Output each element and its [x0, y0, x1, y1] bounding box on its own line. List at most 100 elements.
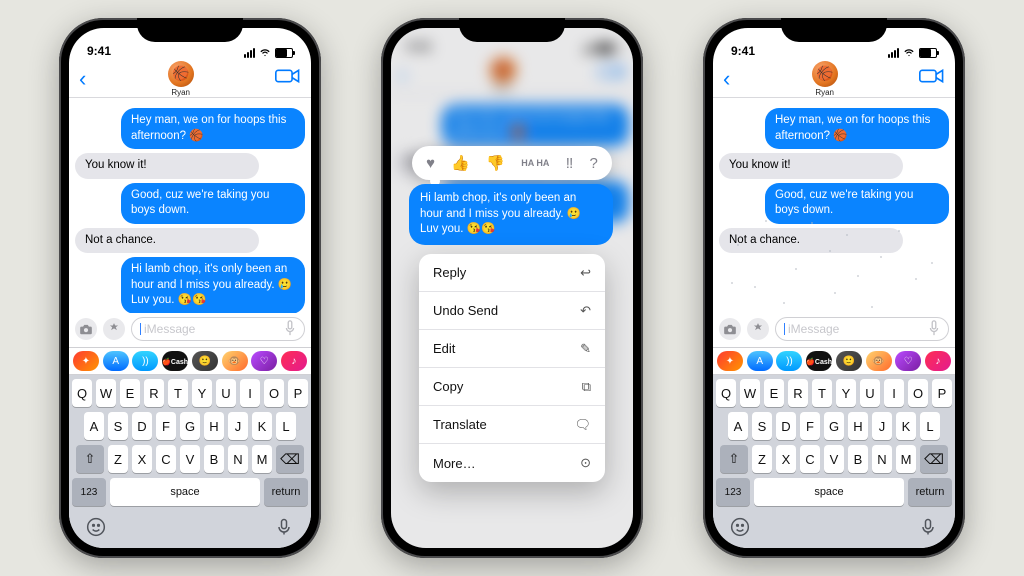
- key-f[interactable]: F: [156, 412, 176, 440]
- key-i[interactable]: I: [240, 379, 260, 407]
- key-j[interactable]: J: [872, 412, 892, 440]
- key-return[interactable]: return: [908, 478, 952, 506]
- app-chip-digitaltouch[interactable]: ♡: [895, 351, 921, 371]
- menu-undo-send[interactable]: Undo Send↶: [419, 292, 605, 330]
- dictation-button[interactable]: [274, 517, 294, 542]
- app-chip-animoji[interactable]: 🐵: [222, 351, 248, 371]
- key-m[interactable]: M: [252, 445, 272, 473]
- key-d[interactable]: D: [132, 412, 152, 440]
- key-r[interactable]: R: [788, 379, 808, 407]
- key-w[interactable]: W: [740, 379, 760, 407]
- app-chip-store[interactable]: A: [747, 351, 773, 371]
- key-u[interactable]: U: [860, 379, 880, 407]
- key-a[interactable]: A: [728, 412, 748, 440]
- key-p[interactable]: P: [932, 379, 952, 407]
- message-received[interactable]: Not a chance.: [719, 228, 903, 254]
- key-o[interactable]: O: [264, 379, 284, 407]
- app-chip-applecash[interactable]: 🍎Cash: [162, 351, 188, 371]
- app-chip-memoji[interactable]: 🙂: [192, 351, 218, 371]
- message-sent[interactable]: Hey man, we on for hoops this afternoon?…: [121, 108, 305, 149]
- key-q[interactable]: Q: [716, 379, 736, 407]
- app-chip-photos[interactable]: ✦: [717, 351, 743, 371]
- key-a[interactable]: A: [84, 412, 104, 440]
- key-h[interactable]: H: [848, 412, 868, 440]
- app-chip-memoji[interactable]: 🙂: [836, 351, 862, 371]
- message-sent[interactable]: Good, cuz we're taking you boys down.: [121, 183, 305, 224]
- key-r[interactable]: R: [144, 379, 164, 407]
- key-u[interactable]: U: [216, 379, 236, 407]
- key-s[interactable]: S: [752, 412, 772, 440]
- key-n[interactable]: N: [228, 445, 248, 473]
- menu-reply[interactable]: Reply↩︎: [419, 254, 605, 292]
- menu-more[interactable]: More…⊙: [419, 444, 605, 482]
- app-store-button[interactable]: [747, 318, 769, 340]
- key-c[interactable]: C: [156, 445, 176, 473]
- message-sent[interactable]: Good, cuz we're taking you boys down.: [765, 183, 949, 224]
- key-v[interactable]: V: [824, 445, 844, 473]
- emoji-keyboard-button[interactable]: [730, 517, 750, 542]
- key-l[interactable]: L: [276, 412, 296, 440]
- message-received[interactable]: You know it!: [719, 153, 903, 179]
- message-list[interactable]: Hey man, we on for hoops this afternoon?…: [713, 98, 955, 313]
- key-n[interactable]: N: [872, 445, 892, 473]
- key-f[interactable]: F: [800, 412, 820, 440]
- emoji-keyboard-button[interactable]: [86, 517, 106, 542]
- key-b[interactable]: B: [204, 445, 224, 473]
- key-j[interactable]: J: [228, 412, 248, 440]
- dictation-inline-icon[interactable]: [284, 320, 296, 339]
- back-button[interactable]: ‹: [723, 66, 730, 92]
- key-g[interactable]: G: [180, 412, 200, 440]
- dictation-inline-icon[interactable]: [928, 320, 940, 339]
- key-t[interactable]: T: [812, 379, 832, 407]
- key-x[interactable]: X: [132, 445, 152, 473]
- key-k[interactable]: K: [252, 412, 272, 440]
- key-delete[interactable]: ⌫: [276, 445, 304, 473]
- key-h[interactable]: H: [204, 412, 224, 440]
- key-z[interactable]: Z: [108, 445, 128, 473]
- imessage-app-strip[interactable]: ✦ A )) 🍎Cash 🙂 🐵 ♡ ♪: [713, 347, 955, 375]
- key-y[interactable]: Y: [836, 379, 856, 407]
- message-sent[interactable]: Hi lamb chop, it's only been an hour and…: [121, 257, 305, 313]
- key-w[interactable]: W: [96, 379, 116, 407]
- tapback-thumbs-down[interactable]: 👎: [486, 154, 505, 172]
- menu-copy[interactable]: Copy⧉: [419, 368, 605, 406]
- key-123[interactable]: 123: [716, 478, 750, 506]
- tapback-heart[interactable]: ♥: [426, 155, 435, 172]
- app-chip-animoji[interactable]: 🐵: [866, 351, 892, 371]
- message-list[interactable]: Hey man, we on for hoops this afternoon?…: [69, 98, 311, 313]
- tapback-exclaim[interactable]: ‼: [566, 155, 574, 172]
- key-o[interactable]: O: [908, 379, 928, 407]
- tapback-thumbs-up[interactable]: 👍: [451, 154, 470, 172]
- key-i[interactable]: I: [884, 379, 904, 407]
- focused-message[interactable]: Hi lamb chop, it's only been an hour and…: [409, 184, 613, 245]
- menu-translate[interactable]: Translate🗨︎: [419, 406, 605, 444]
- contact-header[interactable]: 🏀 Ryan: [168, 61, 194, 97]
- tapback-question[interactable]: ?: [590, 155, 598, 172]
- back-button[interactable]: ‹: [79, 66, 86, 92]
- key-e[interactable]: E: [120, 379, 140, 407]
- key-t[interactable]: T: [168, 379, 188, 407]
- key-v[interactable]: V: [180, 445, 200, 473]
- message-received[interactable]: Not a chance.: [75, 228, 259, 254]
- key-e[interactable]: E: [764, 379, 784, 407]
- tapback-bar[interactable]: ♥ 👍 👎 HA HA ‼ ?: [412, 146, 612, 180]
- app-chip-audio[interactable]: )): [776, 351, 802, 371]
- app-chip-digitaltouch[interactable]: ♡: [251, 351, 277, 371]
- tapback-haha[interactable]: HA HA: [521, 159, 549, 167]
- key-123[interactable]: 123: [72, 478, 106, 506]
- key-k[interactable]: K: [896, 412, 916, 440]
- app-chip-store[interactable]: A: [103, 351, 129, 371]
- key-l[interactable]: L: [920, 412, 940, 440]
- key-g[interactable]: G: [824, 412, 844, 440]
- key-d[interactable]: D: [776, 412, 796, 440]
- camera-button[interactable]: [719, 318, 741, 340]
- imessage-app-strip[interactable]: ✦ A )) 🍎Cash 🙂 🐵 ♡ ♪: [69, 347, 311, 375]
- key-space[interactable]: space: [110, 478, 260, 506]
- message-input[interactable]: iMessage: [775, 317, 949, 341]
- invisible-ink-effect[interactable]: [719, 208, 949, 313]
- key-z[interactable]: Z: [752, 445, 772, 473]
- app-chip-music[interactable]: ♪: [925, 351, 951, 371]
- app-chip-applecash[interactable]: 🍎Cash: [806, 351, 832, 371]
- menu-edit[interactable]: Edit✎: [419, 330, 605, 368]
- key-y[interactable]: Y: [192, 379, 212, 407]
